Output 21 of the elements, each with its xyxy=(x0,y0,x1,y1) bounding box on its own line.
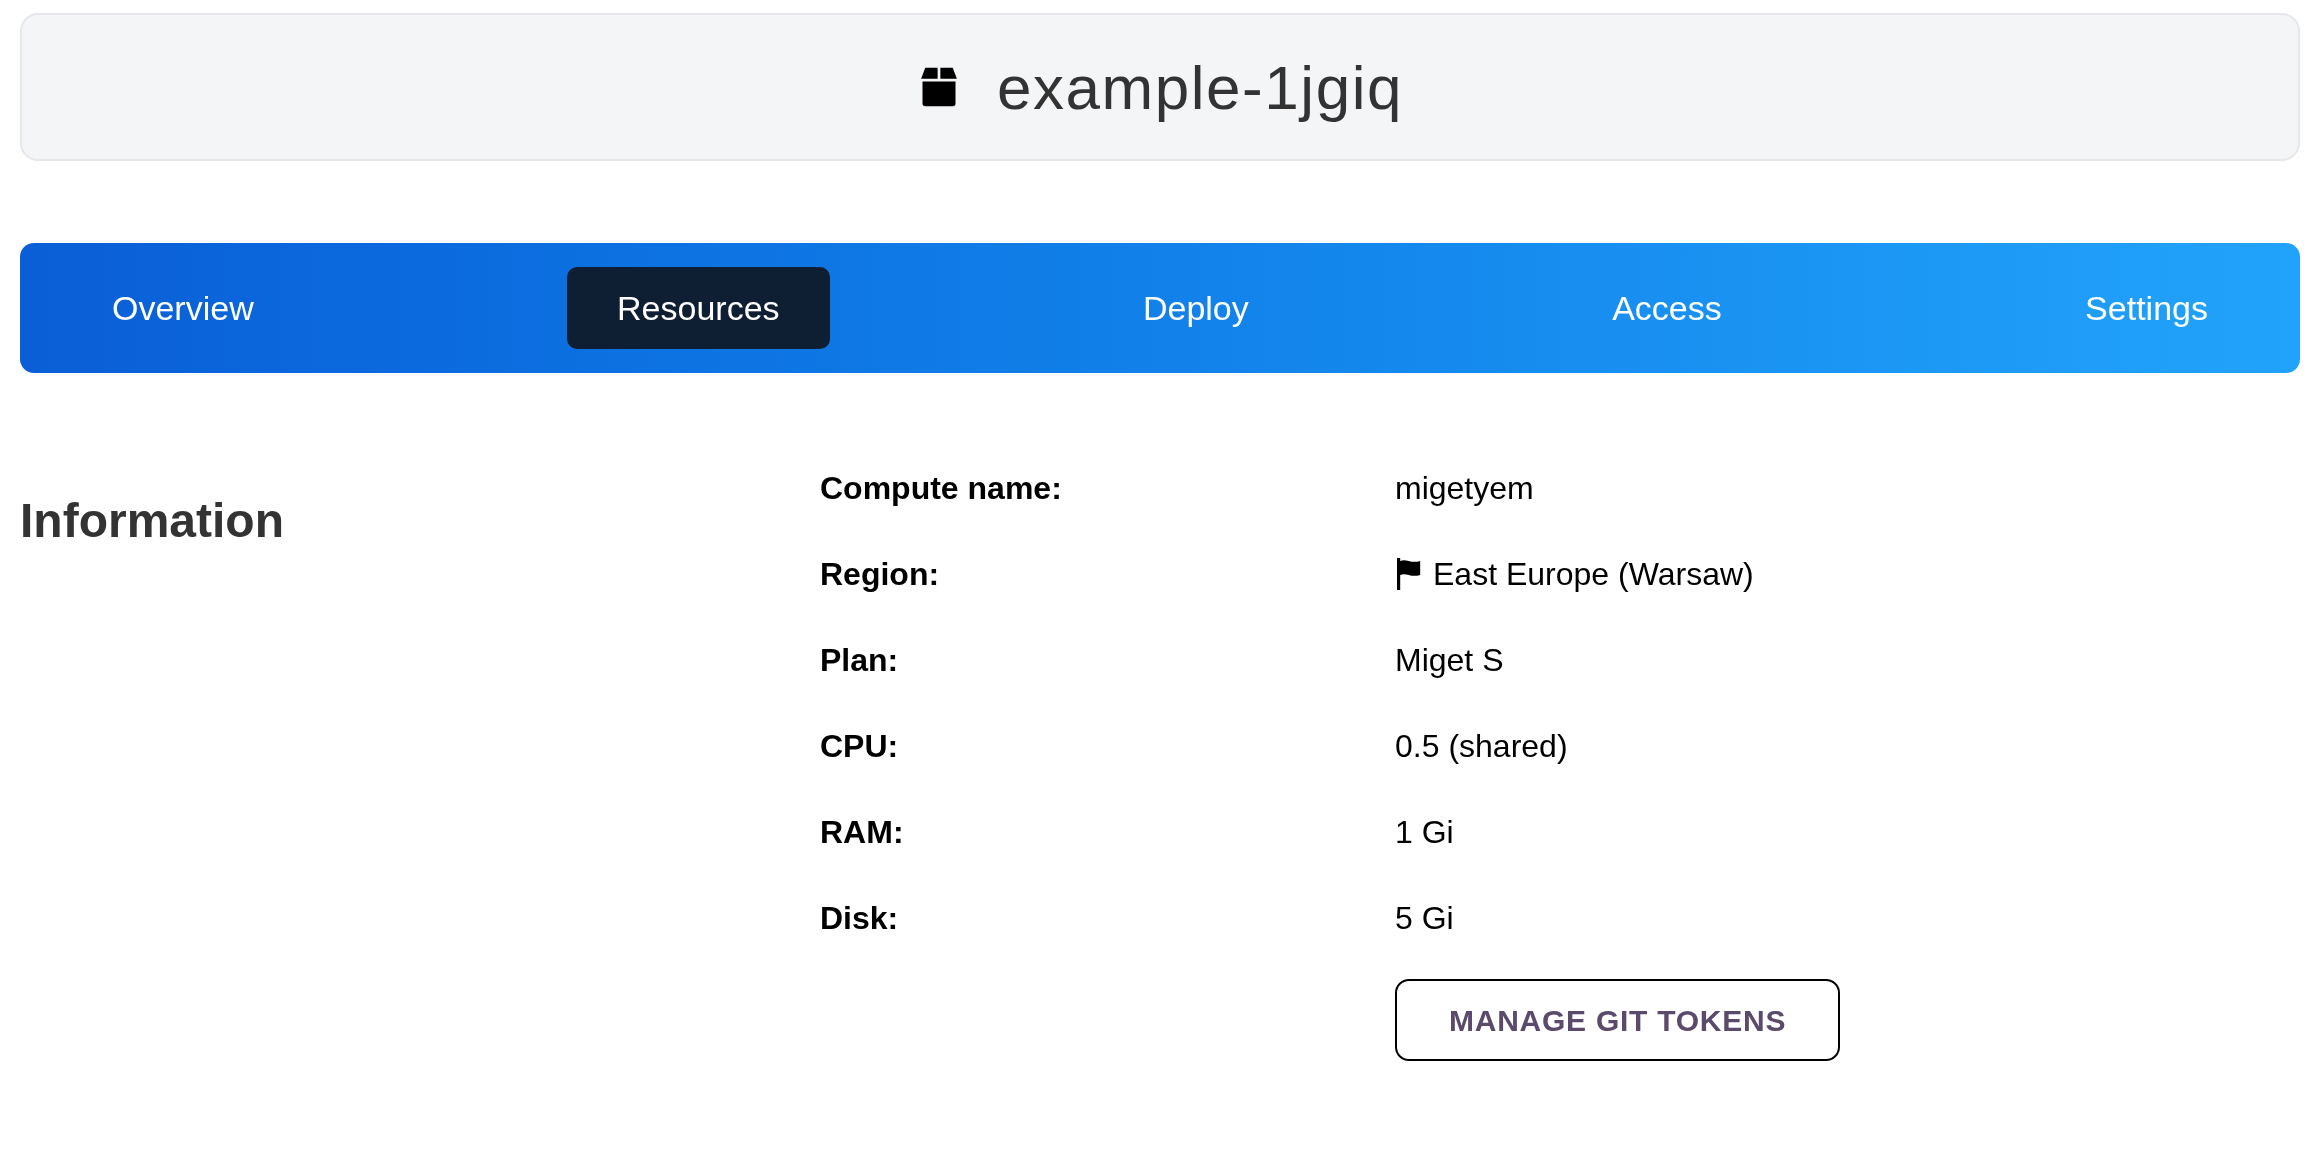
tab[interactable]: Deploy xyxy=(1092,267,1299,349)
field-value: East Europe (Warsaw) xyxy=(1433,555,1754,594)
tab[interactable]: Overview xyxy=(62,267,304,349)
tab[interactable]: Settings xyxy=(2035,267,2258,349)
section-heading: Information xyxy=(20,493,285,549)
page-title: example-1jgiq xyxy=(996,51,1404,124)
field-label: CPU: xyxy=(820,727,900,766)
field-label: Compute name: xyxy=(820,469,1063,508)
flag-icon xyxy=(1395,558,1423,590)
field-label: RAM: xyxy=(820,813,905,852)
tab[interactable]: Access xyxy=(1562,267,1772,349)
field-label: Region: xyxy=(820,555,941,594)
field-label: Disk: xyxy=(820,899,900,938)
field-label: Plan: xyxy=(820,641,900,680)
manage-tokens-button[interactable]: MANAGE GIT TOKENS xyxy=(1395,979,1841,1061)
field-value: Miget S xyxy=(1395,641,1504,680)
field-value: migetyem xyxy=(1395,469,1534,508)
field-value: 5 Gi xyxy=(1395,899,1454,938)
field-value: 1 Gi xyxy=(1395,813,1454,852)
tab[interactable]: Resources xyxy=(567,267,830,349)
field-value: 0.5 (shared) xyxy=(1395,727,1568,766)
